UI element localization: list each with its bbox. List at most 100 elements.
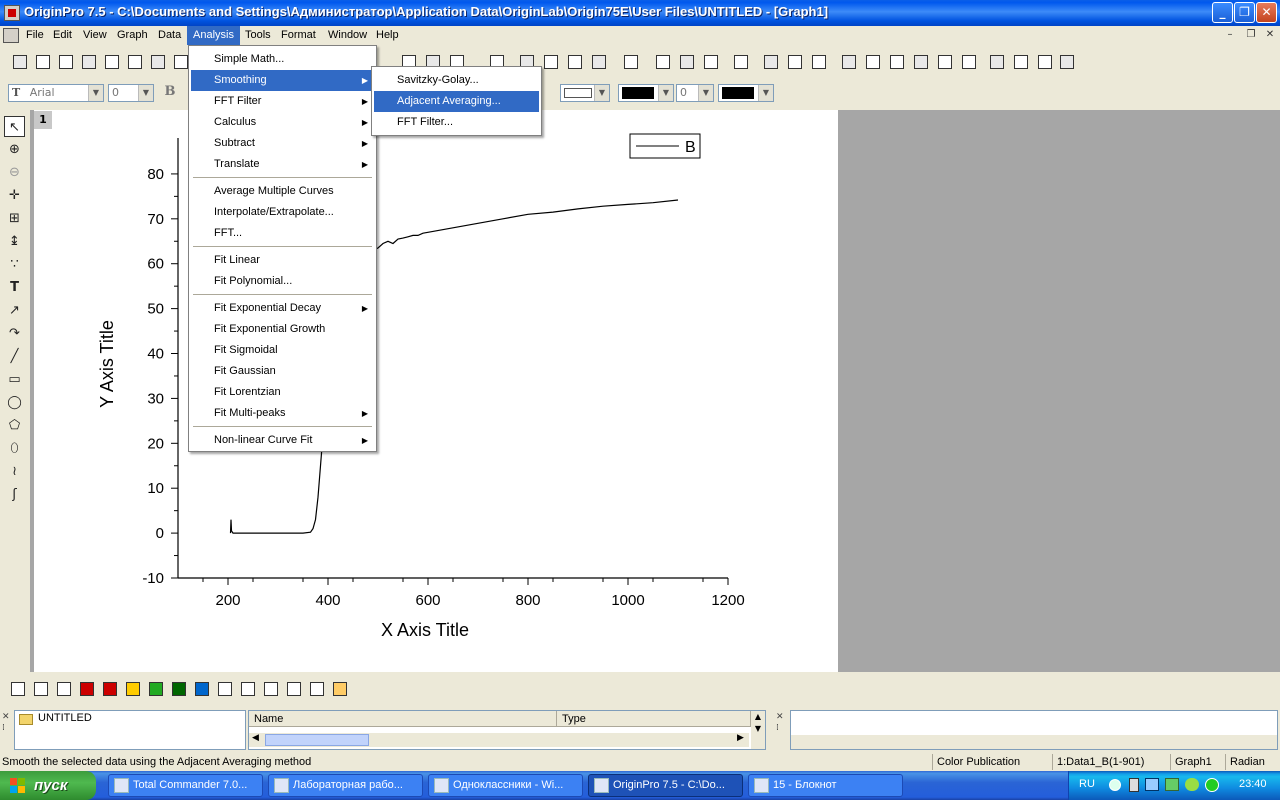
analysis-menu-item-17[interactable]: Non-linear Curve Fit ▶ <box>191 430 374 451</box>
new-layout-icon[interactable] <box>147 51 168 72</box>
analysis-menu-item-5[interactable]: Translate ▶ <box>191 154 374 175</box>
polygon-tool-icon[interactable]: ⬠ <box>4 415 25 436</box>
axis-xy-icon[interactable] <box>958 51 979 72</box>
analysis-menu-item-10[interactable]: Fit Polynomial... <box>191 271 374 292</box>
origin-app-icon[interactable] <box>4 5 20 21</box>
results-log[interactable] <box>790 710 1278 750</box>
circle-tool-icon[interactable]: ◯ <box>4 392 25 413</box>
menu-graph[interactable]: Graph <box>111 26 154 45</box>
info-icon[interactable] <box>1205 778 1219 792</box>
analysis-menu-item-15[interactable]: Fit Lorentzian <box>191 382 374 403</box>
mdi-restore-icon[interactable]: ❐ <box>1243 28 1259 42</box>
analysis-menu-item-2[interactable]: FFT Filter ▶ <box>191 91 374 112</box>
font-size-combo[interactable]: 0 ▼ <box>108 84 154 102</box>
area-plot-icon[interactable] <box>145 678 166 699</box>
menu-view[interactable]: View <box>77 26 113 45</box>
smith-chart-icon[interactable] <box>260 678 281 699</box>
zoom-in-tool-icon[interactable]: ⊕ <box>4 139 25 160</box>
layer-icon[interactable]: 1 <box>34 111 52 129</box>
stack-area-icon[interactable] <box>168 678 189 699</box>
line-style-combo[interactable]: ▼ <box>560 84 610 102</box>
template-icon[interactable] <box>306 678 327 699</box>
new-worksheet-icon[interactable] <box>32 51 53 72</box>
menu-file[interactable]: File <box>20 26 50 45</box>
col-header-name[interactable]: Name <box>249 711 557 727</box>
menu-help[interactable]: Help <box>370 26 405 45</box>
zoom-page-icon[interactable] <box>700 51 721 72</box>
axis-top-icon[interactable] <box>862 51 883 72</box>
restore-button[interactable]: ❐ <box>1234 2 1255 23</box>
clock[interactable]: 23:40 <box>1239 778 1267 790</box>
explorer-grip[interactable]: ✕ ⁞ <box>2 712 12 748</box>
line-plot-icon[interactable] <box>7 678 28 699</box>
scatter-plot-icon[interactable] <box>30 678 51 699</box>
mdi-minimize-icon[interactable]: – <box>1222 28 1238 42</box>
new-project-icon[interactable] <box>9 51 30 72</box>
layer-arrange-icon[interactable] <box>808 51 829 72</box>
legend-icon[interactable] <box>1010 51 1031 72</box>
analysis-menu-item-11[interactable]: Fit Exponential Decay ▶ <box>191 298 374 319</box>
x-axis-title[interactable]: X Axis Title <box>381 620 469 640</box>
line-color-combo[interactable]: ▼ <box>618 84 674 102</box>
smoothing-menu-item-1[interactable]: Adjacent Averaging... <box>374 91 539 112</box>
pie-chart-icon[interactable] <box>122 678 143 699</box>
vertical-scrollbar[interactable]: ▲ ▼ <box>751 711 765 749</box>
network-icon[interactable] <box>1145 778 1159 791</box>
polar-plot-icon[interactable] <box>191 678 212 699</box>
minimize-button[interactable]: _ <box>1212 2 1233 23</box>
add-column-icon[interactable] <box>540 51 561 72</box>
analysis-menu-item-1[interactable]: Smoothing ▶ <box>191 70 374 91</box>
chevron-down-icon[interactable]: ▼ <box>594 85 609 101</box>
axis-frame-icon[interactable] <box>934 51 955 72</box>
arrow-tool-icon[interactable]: ↗ <box>4 300 25 321</box>
polyline-tool-icon[interactable]: ≀ <box>4 461 25 482</box>
scrollbar-thumb[interactable] <box>265 734 369 746</box>
chevron-down-icon[interactable]: ▼ <box>758 85 773 101</box>
analysis-menu-item-14[interactable]: Fit Gaussian <box>191 361 374 382</box>
axis-left-icon[interactable] <box>886 51 907 72</box>
curved-arrow-tool-icon[interactable]: ↷ <box>4 323 25 344</box>
results-grip[interactable]: ✕ ⁞ <box>776 712 786 748</box>
add-row-icon[interactable] <box>564 51 585 72</box>
axis-right-icon[interactable] <box>910 51 931 72</box>
font-combo[interactable]: T Arial ▼ <box>8 84 104 102</box>
new-graph-icon[interactable] <box>78 51 99 72</box>
bold-button[interactable]: B <box>160 84 180 102</box>
fill-color-combo[interactable]: ▼ <box>718 84 774 102</box>
mdi-close-icon[interactable]: ✕ <box>1262 28 1278 42</box>
new-layer-icon[interactable] <box>760 51 781 72</box>
task-originpro[interactable]: OriginPro 7.5 - C:\Do... <box>588 774 743 797</box>
file-list[interactable]: Name Type ▲ ▼ ◀ ▶ <box>248 710 766 750</box>
graph-page[interactable]: 200 400 600 800 1000 1200 -10 0 10 20 30 40 50 60 70 80… <box>34 110 838 672</box>
menu-window[interactable]: Window <box>322 26 373 45</box>
graph-window-icon[interactable] <box>3 28 19 43</box>
task-total-commander[interactable]: Total Commander 7.0... <box>108 774 263 797</box>
results-scrollbar[interactable] <box>791 735 1277 749</box>
menu-tools[interactable]: Tools <box>239 26 277 45</box>
zoom-out-icon[interactable] <box>676 51 697 72</box>
analysis-menu-item-12[interactable]: Fit Exponential Growth <box>191 319 374 340</box>
analysis-menu-item-9[interactable]: Fit Linear <box>191 250 374 271</box>
analysis-menu-item-13[interactable]: Fit Sigmoidal <box>191 340 374 361</box>
time-icon[interactable] <box>1056 51 1077 72</box>
menu-format[interactable]: Format <box>275 26 322 45</box>
task-browser[interactable]: Одноклассники - Wi... <box>428 774 583 797</box>
analysis-menu-item-4[interactable]: Subtract ▶ <box>191 133 374 154</box>
menu-analysis[interactable]: Analysis <box>187 26 240 45</box>
analysis-menu-item-6[interactable]: Average Multiple Curves <box>191 181 374 202</box>
draw-data-tool-icon[interactable]: ∵ <box>4 254 25 275</box>
smoothing-menu-item-2[interactable]: FFT Filter... <box>374 112 539 133</box>
high-low-close-icon[interactable] <box>237 678 258 699</box>
usb-icon[interactable] <box>1129 778 1139 792</box>
column-plot-icon[interactable] <box>76 678 97 699</box>
smoothing-menu-item-0[interactable]: Savitzky-Golay... <box>374 70 539 91</box>
chevron-down-icon[interactable]: ▼ <box>138 85 153 101</box>
show-grid-icon[interactable] <box>986 51 1007 72</box>
scroll-right-icon[interactable]: ▶ <box>737 733 744 743</box>
analysis-menu-item-16[interactable]: Fit Multi-peaks ▶ <box>191 403 374 424</box>
line-width-combo[interactable]: 0 ▼ <box>676 84 714 102</box>
data-reader-tool-icon[interactable]: ⊞ <box>4 208 25 229</box>
region-tool-icon[interactable]: ⬯ <box>4 438 25 459</box>
analysis-menu-item-8[interactable]: FFT... <box>191 223 374 244</box>
line-chart[interactable]: 200 400 600 800 1000 1200 -10 0 10 20 30 40 50 60 70 80… <box>34 110 838 672</box>
